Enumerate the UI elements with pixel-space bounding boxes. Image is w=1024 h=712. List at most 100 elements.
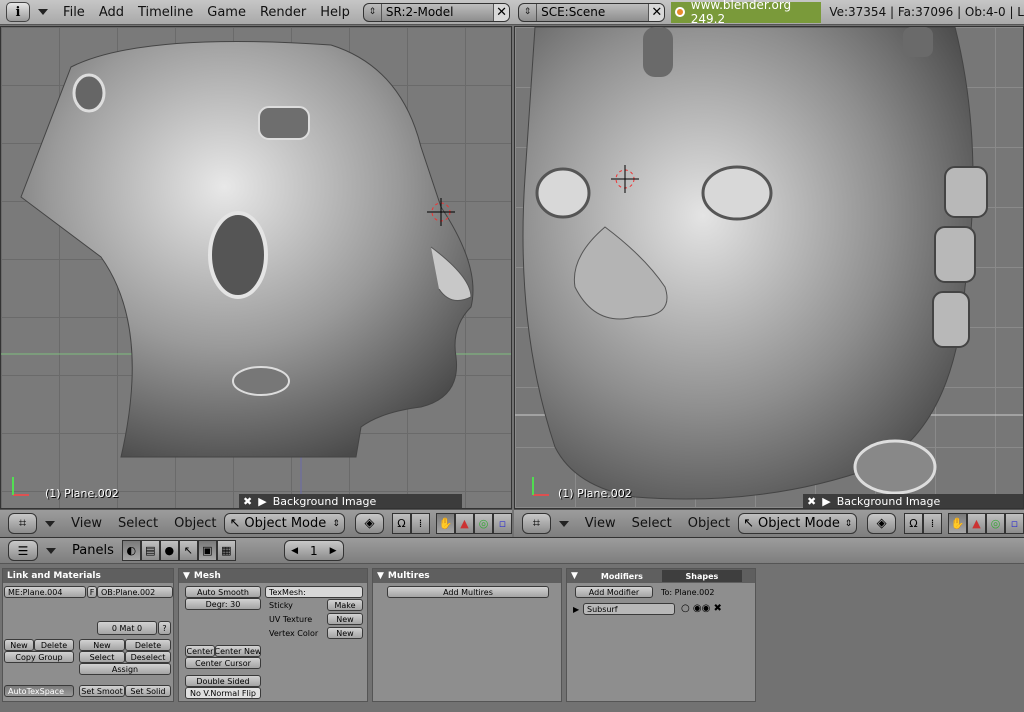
screen-name[interactable]: SR:2-Model (382, 5, 493, 19)
decrement-icon[interactable]: ◀ (291, 546, 298, 556)
center-new-button[interactable]: Center New (215, 645, 261, 657)
vgroup-delete-button[interactable]: Delete (34, 639, 74, 651)
editor-type-icon[interactable]: ☰ (8, 540, 38, 561)
collapse-icon[interactable]: ▼ (377, 571, 384, 581)
menu-select[interactable]: Select (624, 516, 680, 531)
expand-modifier-icon[interactable]: ▶ (573, 605, 579, 614)
object-name-field[interactable]: OB:Plane.002 (97, 586, 173, 598)
mode-selector[interactable]: ↖ Object Mode ⇕ (224, 513, 345, 534)
hand-manipulator-icon[interactable]: ✋ (948, 513, 967, 534)
menu-file[interactable]: File (56, 5, 92, 20)
info-window-icon[interactable]: i (6, 2, 31, 22)
close-icon[interactable]: ✖ (243, 495, 252, 508)
frame-counter[interactable]: ◀ 1 ▶ (283, 540, 344, 561)
frame-value[interactable]: 1 (310, 544, 318, 558)
viewport-right[interactable]: (1) Plane.002 ✖ ▶ Background Image (514, 26, 1024, 509)
play-icon[interactable]: ▶ (258, 495, 266, 508)
pivot-icon[interactable]: Ω (904, 513, 923, 534)
vgroup-new-button[interactable]: New (4, 639, 34, 651)
background-image-bar[interactable]: ✖ ▶ Background Image (239, 494, 462, 508)
close-icon[interactable]: ✖ (807, 495, 816, 508)
no-vnormal-flip-toggle[interactable]: No V.Normal Flip (185, 687, 261, 699)
material-deselect-button[interactable]: Deselect (125, 651, 171, 663)
menu-help[interactable]: Help (313, 5, 357, 20)
double-sided-toggle[interactable]: Double Sided (185, 675, 261, 687)
collapse-icon[interactable]: ▼ (183, 571, 190, 581)
texmesh-field[interactable]: TexMesh: (265, 586, 363, 598)
copy-group-button[interactable]: Copy Group (4, 651, 74, 663)
hand-manipulator-icon[interactable]: ✋ (436, 513, 455, 534)
menu-add[interactable]: Add (92, 5, 131, 20)
menu-object[interactable]: Object (166, 516, 224, 531)
object-icon[interactable]: ↖ (178, 540, 198, 561)
scene-browse-icon[interactable]: ⇕ (519, 3, 538, 21)
collapse-menu-icon[interactable] (46, 547, 56, 554)
modifier-visibility-icons[interactable]: ○ ◉◉ ✖ (681, 603, 722, 614)
viewport-left[interactable]: (1) Plane.002 ✖ ▶ Background Image (0, 26, 512, 509)
translate-icon[interactable]: ▲ (455, 513, 474, 534)
editor-type-icon[interactable]: ⌗ (8, 513, 38, 534)
pivot-icon[interactable]: Ω (392, 513, 411, 534)
menu-select[interactable]: Select (110, 516, 166, 531)
increment-icon[interactable]: ▶ (330, 546, 337, 556)
pivot-dropdown-icon[interactable]: ⁞ (411, 513, 430, 534)
material-index-field[interactable]: 0 Mat 0 (97, 621, 157, 635)
scene-icon[interactable]: ▦ (216, 540, 236, 561)
script-icon[interactable]: ▤ (140, 540, 160, 561)
scale-icon[interactable]: ▫ (1005, 513, 1024, 534)
menu-view[interactable]: View (577, 516, 624, 531)
set-smooth-button[interactable]: Set Smoot (79, 685, 125, 697)
play-icon[interactable]: ▶ (822, 495, 830, 508)
mesh-name-field[interactable]: ME:Plane.004 (4, 586, 86, 598)
center-button[interactable]: Center (185, 645, 215, 657)
tab-shapes[interactable]: Shapes (661, 570, 742, 582)
scene-selector[interactable]: ⇕ SCE:Scene ✕ (518, 2, 666, 22)
pivot-dropdown-icon[interactable]: ⁞ (923, 513, 942, 534)
collapse-icon[interactable]: ▼ (571, 571, 578, 581)
rotate-icon[interactable]: ◎ (986, 513, 1005, 534)
vertex-color-new-button[interactable]: New (327, 627, 363, 639)
mode-selector[interactable]: ↖ Object Mode ⇕ (738, 513, 858, 534)
background-image-bar[interactable]: ✖ ▶ Background Image (803, 494, 1023, 508)
scale-icon[interactable]: ▫ (493, 513, 512, 534)
scene-name[interactable]: SCE:Scene (537, 5, 648, 19)
draw-type-icon[interactable]: ◈ (867, 513, 896, 534)
material-select-button[interactable]: Select (79, 651, 125, 663)
editing-icon[interactable]: ▣ (197, 540, 217, 561)
menu-render[interactable]: Render (253, 5, 313, 20)
autotexspace-toggle[interactable]: AutoTexSpace (4, 685, 74, 697)
collapse-menu-icon[interactable] (45, 520, 56, 527)
screen-browse-icon[interactable]: ⇕ (364, 3, 382, 21)
menu-game[interactable]: Game (200, 5, 253, 20)
shading-icon[interactable]: ● (159, 540, 179, 561)
center-cursor-button[interactable]: Center Cursor (185, 657, 261, 669)
sticky-make-button[interactable]: Make (327, 599, 363, 611)
uv-texture-new-button[interactable]: New (327, 613, 363, 625)
subsurf-modifier-name[interactable]: Subsurf (583, 603, 675, 615)
menu-object[interactable]: Object (680, 516, 738, 531)
scene-delete-icon[interactable]: ✕ (648, 3, 665, 21)
material-assign-button[interactable]: Assign (79, 663, 171, 675)
collapse-menu-icon[interactable] (558, 520, 569, 527)
material-new-button[interactable]: New (79, 639, 125, 651)
add-multires-button[interactable]: Add Multires (387, 586, 549, 598)
tab-modifiers[interactable]: Modifiers (581, 570, 662, 582)
material-help-button[interactable]: ? (158, 621, 171, 635)
menu-view[interactable]: View (63, 516, 110, 531)
menu-timeline[interactable]: Timeline (131, 5, 200, 20)
panels-label[interactable]: Panels (64, 543, 122, 558)
logic-icon[interactable]: ◐ (121, 540, 141, 561)
collapse-menu-icon[interactable] (38, 9, 49, 15)
material-delete-button[interactable]: Delete (125, 639, 171, 651)
screen-selector[interactable]: ⇕ SR:2-Model ✕ (362, 2, 511, 22)
draw-type-icon[interactable]: ◈ (354, 513, 384, 534)
fake-user-button[interactable]: F (87, 586, 97, 598)
editor-type-icon[interactable]: ⌗ (522, 513, 551, 534)
auto-smooth-toggle[interactable]: Auto Smooth (185, 586, 261, 598)
smooth-degree-field[interactable]: Degr: 30 (185, 598, 261, 610)
translate-icon[interactable]: ▲ (967, 513, 986, 534)
screen-delete-icon[interactable]: ✕ (493, 3, 510, 21)
set-solid-button[interactable]: Set Solid (125, 685, 171, 697)
rotate-icon[interactable]: ◎ (474, 513, 493, 534)
add-modifier-dropdown[interactable]: Add Modifier (575, 586, 653, 598)
